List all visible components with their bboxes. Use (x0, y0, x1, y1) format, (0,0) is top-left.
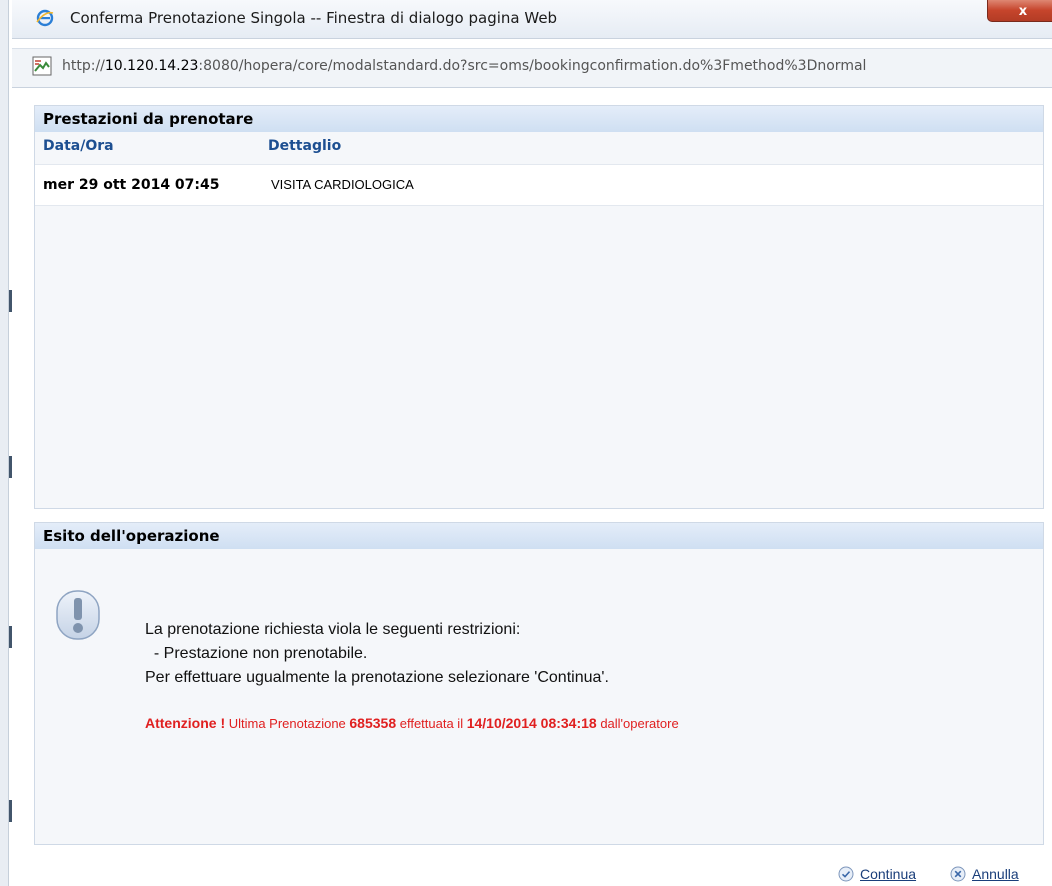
internet-explorer-icon (36, 9, 54, 27)
window-title-bar: Conferma Prenotazione Singola -- Finestr… (12, 0, 1052, 39)
alert-text-3: dall'operatore (596, 716, 679, 731)
result-panel-title: Esito dell'operazione (35, 523, 1043, 549)
url-host: 10.120.14.23 (104, 58, 199, 74)
left-edge-divider (8, 0, 9, 886)
left-window-edge (0, 0, 8, 886)
left-edge-mark (9, 290, 12, 312)
url-prefix: http:// (62, 58, 105, 74)
last-booking-alert: Attenzione ! Ultima Prenotazione 685358 … (145, 715, 679, 731)
row-detail: VISITA CARDIOLOGICA (271, 177, 414, 192)
alert-prefix: Attenzione ! (145, 715, 226, 731)
broken-image-icon (32, 56, 52, 76)
column-header-detail: Dettaglio (268, 138, 342, 154)
column-header-date: Data/Ora (43, 138, 114, 154)
bookings-panel: Prestazioni da prenotare Data/Ora Dettag… (34, 105, 1044, 509)
continue-button[interactable]: Continua (838, 864, 916, 884)
warning-exclamation-icon (56, 590, 100, 640)
alert-text-1: Ultima Prenotazione (225, 716, 350, 731)
window-title: Conferma Prenotazione Singola -- Finestr… (70, 9, 558, 27)
alert-datetime: 14/10/2014 08:34:18 (466, 715, 597, 731)
row-date: mer 29 ott 2014 07:45 (43, 177, 220, 193)
close-button[interactable]: x (987, 0, 1052, 22)
message-line-1: La prenotazione richiesta viola le segue… (145, 621, 521, 638)
message-line-2: - Prestazione non prenotabile. (145, 645, 368, 662)
alert-text-2: effettuata il (396, 716, 467, 731)
x-circle-icon (950, 866, 966, 882)
alert-booking-number: 685358 (349, 715, 397, 731)
url-path: :8080/hopera/core/modalstandard.do?src=o… (198, 58, 867, 74)
address-bar: http://10.120.14.23:8080/hopera/core/mod… (12, 48, 1052, 88)
cancel-label[interactable]: Annulla (972, 866, 1019, 882)
check-circle-icon (838, 866, 854, 882)
bookings-panel-title: Prestazioni da prenotare (35, 106, 1043, 132)
result-panel: Esito dell'operazione La prenotazione ri… (34, 522, 1044, 845)
left-edge-mark (9, 626, 12, 648)
table-row[interactable]: mer 29 ott 2014 07:45 VISITA CARDIOLOGIC… (35, 164, 1043, 206)
left-edge-mark (9, 800, 12, 822)
left-edge-mark (9, 456, 12, 478)
continue-label[interactable]: Continua (860, 866, 916, 882)
cancel-button[interactable]: Annulla (950, 864, 1019, 884)
address-url: http://10.120.14.23:8080/hopera/core/mod… (62, 58, 866, 74)
message-line-3: Per effettuare ugualmente la prenotazion… (145, 669, 609, 686)
